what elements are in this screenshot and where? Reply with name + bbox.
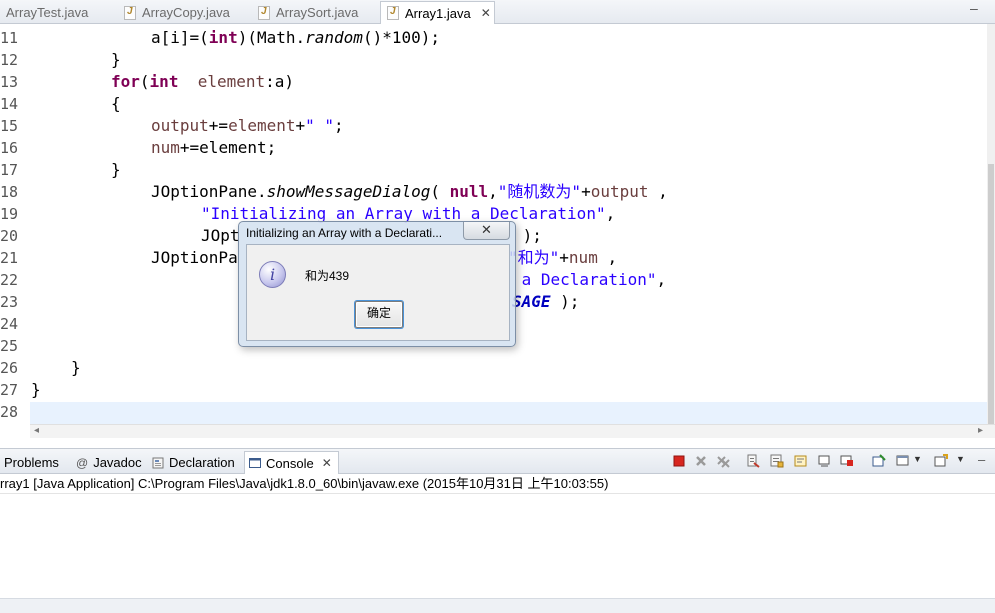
code-line: num+=element; [151,138,277,157]
tab-arraysort[interactable]: ArraySort.java [252,1,378,24]
console-icon [249,458,261,468]
dialog-content: i 和为439 确定 [246,244,510,341]
code-line: { [111,94,121,113]
console-output[interactable] [0,494,995,598]
tab-array1[interactable]: Array1.java ✕ [380,1,495,24]
line-number: 11 [0,29,19,47]
tab-javadoc[interactable]: @ Javadoc [72,451,146,474]
chevron-down-icon[interactable]: ▼ [956,454,965,464]
code-line: SAGE ); [512,292,580,311]
close-icon[interactable]: ✕ [322,456,332,470]
show-console-on-output-icon[interactable] [818,454,832,468]
tab-label: ArrayCopy.java [142,5,230,20]
code-line: } [31,380,41,399]
code-line: JOptionPa [151,248,238,267]
open-console-icon[interactable] [934,454,948,468]
javadoc-icon: @ [76,455,89,470]
chevron-down-icon[interactable]: ▼ [913,454,922,464]
code-line: for(int element:a) [111,72,295,91]
remove-launch-icon[interactable] [694,454,708,468]
line-number: 19 [0,205,19,223]
line-number: 21 [0,249,19,267]
dialog-message: 和为439 [305,269,350,283]
editor-scroll-thumb[interactable] [988,164,994,424]
java-file-icon [387,6,399,20]
clear-console-icon[interactable] [746,454,760,468]
line-number: 22 [0,271,19,289]
tab-label: Array1.java [405,5,471,21]
line-number: 27 [0,381,19,399]
tab-label: ArrayTest.java [6,5,89,20]
line-number: 18 [0,183,19,201]
code-line: JOpt [201,226,240,245]
tab-console[interactable]: Console ✕ [244,451,339,474]
show-console-on-error-icon[interactable] [840,454,854,468]
line-number: 28 [0,403,19,421]
line-number: 15 [0,117,19,135]
minimize-icon[interactable]: – [970,0,978,16]
code-line: a[i]=(int)(Math.random()*100); [151,28,440,47]
tab-arraycopy[interactable]: ArrayCopy.java [118,1,250,24]
line-number-gutter: 11 12 13 14 15 16 17 18 19 20 21 22 23 2… [0,24,30,424]
minimize-icon[interactable]: – [978,452,985,467]
pin-console-icon[interactable] [872,454,886,468]
declaration-icon [152,457,164,468]
code-line: JOptionPane.showMessageDialog( null,"随机数… [151,182,668,201]
line-number: 23 [0,293,19,311]
code-line: a Declaration", [512,270,667,289]
java-file-icon [258,5,270,20]
line-number: 26 [0,359,19,377]
line-number: 17 [0,161,19,179]
dialog-close-button[interactable]: ✕ [463,222,510,240]
scroll-lock-icon[interactable] [770,454,784,468]
ok-button[interactable]: 确定 [355,301,403,328]
word-wrap-icon[interactable] [794,454,808,468]
line-number: 14 [0,95,19,113]
view-tab-bar: Problems @ Javadoc Declaration Console ✕ [0,448,995,474]
line-number: 13 [0,73,19,91]
editor-horizontal-scrollbar[interactable] [30,424,995,438]
tab-label: Problems [4,455,59,470]
scroll-left-icon[interactable]: ◂ [34,425,39,436]
status-bar [0,598,995,613]
code-line: output+=element+" "; [151,116,344,135]
line-number: 12 [0,51,19,69]
editor-tab-bar: ArrayTest.java ArrayCopy.java ArraySort.… [0,0,995,24]
code-line: } [111,160,121,179]
current-line-highlight [30,402,987,424]
line-number: 16 [0,139,19,157]
message-dialog: Initializing an Array with a Declarati..… [238,221,516,347]
tab-arraytest[interactable]: ArrayTest.java [0,1,118,24]
dialog-title: Initializing an Array with a Declarati..… [246,226,443,240]
tab-problems[interactable]: Problems [0,451,70,474]
java-file-icon [124,5,136,20]
tab-label: Declaration [169,455,235,470]
remove-all-terminated-icon[interactable] [716,454,730,468]
close-icon[interactable]: ✕ [481,6,491,20]
info-icon: i [259,261,286,288]
tab-declaration[interactable]: Declaration [148,451,242,474]
terminate-icon[interactable] [672,454,686,468]
line-number: 25 [0,337,19,355]
tab-label: Console [266,455,314,471]
line-number: 24 [0,315,19,333]
line-number: 20 [0,227,19,245]
code-line: "和为"+num , [508,248,618,267]
code-line: } [71,358,81,377]
scroll-right-icon[interactable]: ▸ [978,425,983,436]
display-selected-console-icon[interactable] [896,454,910,468]
console-launch-description: rray1 [Java Application] C:\Program File… [0,474,995,494]
code-line: ); [513,226,542,245]
code-line: } [111,50,121,69]
tab-label: ArraySort.java [276,5,359,20]
tab-label: Javadoc [93,455,142,470]
